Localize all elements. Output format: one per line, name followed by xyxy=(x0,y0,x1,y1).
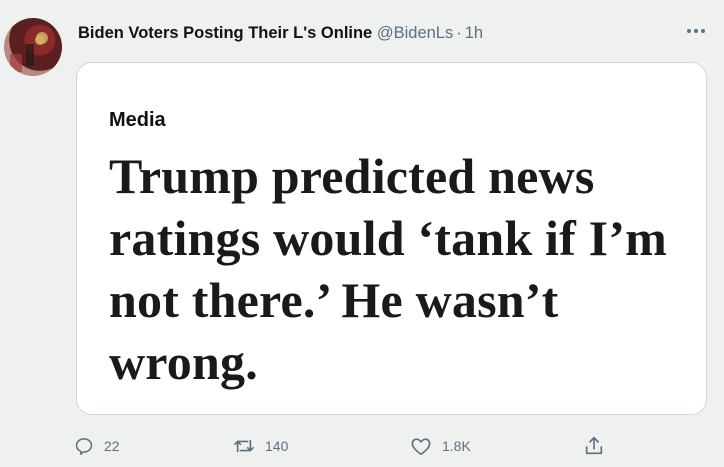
more-horizontal-icon xyxy=(687,29,705,33)
tweet-header: Biden Voters Posting Their L's Online @B… xyxy=(78,22,483,44)
like-button[interactable]: 1.8K xyxy=(410,430,471,462)
separator-dot: · xyxy=(456,24,462,42)
like-count: 1.8K xyxy=(442,438,471,454)
tweet[interactable]: Biden Voters Posting Their L's Online @B… xyxy=(0,0,724,467)
media-card[interactable]: Media Trump predicted news ratings would… xyxy=(76,62,707,415)
reply-icon xyxy=(75,438,93,455)
more-button[interactable] xyxy=(683,18,709,44)
reply-count: 22 xyxy=(104,438,120,454)
retweet-button[interactable]: 140 xyxy=(233,430,288,462)
retweet-icon xyxy=(234,439,254,453)
display-name[interactable]: Biden Voters Posting Their L's Online xyxy=(78,24,372,42)
heart-icon xyxy=(411,438,431,455)
tweet-actions: 22 140 1.8K xyxy=(0,430,724,462)
timestamp[interactable]: 1h xyxy=(465,24,483,42)
share-button[interactable] xyxy=(583,430,605,462)
card-headline: Trump predicted news ratings would ‘tank… xyxy=(109,148,668,390)
share-icon xyxy=(585,436,603,455)
retweet-count: 140 xyxy=(265,438,289,454)
avatar[interactable] xyxy=(4,18,62,76)
user-handle[interactable]: @BidenLs xyxy=(377,24,453,42)
avatar-image xyxy=(10,32,48,72)
reply-button[interactable]: 22 xyxy=(74,430,120,462)
card-kicker: Media xyxy=(109,109,166,131)
